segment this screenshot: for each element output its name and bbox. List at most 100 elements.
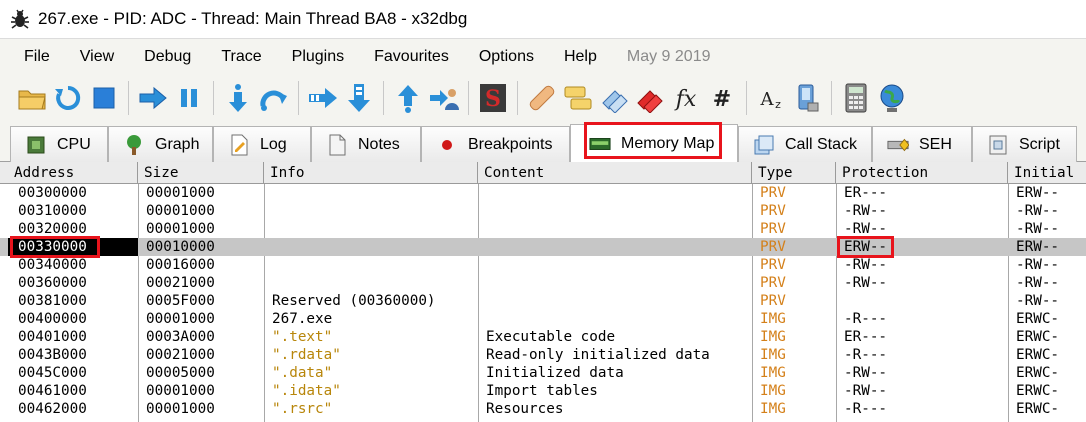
labels-icon[interactable] <box>596 80 632 116</box>
tab-call-stack[interactable]: Call Stack <box>738 126 872 162</box>
run-to-user-code-icon[interactable] <box>426 80 462 116</box>
type-cell: PRV <box>760 275 786 291</box>
svg-text:#: # <box>713 87 731 112</box>
menu-options[interactable]: Options <box>464 39 549 75</box>
pause-icon[interactable] <box>171 80 207 116</box>
strings-icon[interactable]: Az <box>753 80 789 116</box>
info-cell <box>266 238 478 256</box>
notes-icon <box>326 134 348 156</box>
variables-icon[interactable]: # <box>704 80 740 116</box>
column-header-type[interactable]: Type <box>752 162 836 184</box>
type-cell: PRV <box>760 221 786 237</box>
info-cell <box>266 202 478 220</box>
table-row[interactable]: 00310000 00001000 PRV -RW-- -RW-- <box>0 202 1086 220</box>
column-header-initial[interactable]: Initial <box>1008 162 1086 184</box>
tab-log[interactable]: Log <box>213 126 311 162</box>
address-cell: 00461000 <box>18 383 87 399</box>
address-cell: 0045C000 <box>18 365 87 381</box>
size-cell: 00021000 <box>146 275 215 291</box>
globe-icon[interactable] <box>874 80 910 116</box>
address-cell: 00310000 <box>18 203 87 219</box>
size-cell: 00001000 <box>146 383 215 399</box>
table-row[interactable]: 00461000 00001000 ".idata" Import tables IM… <box>0 382 1086 400</box>
menu-plugins[interactable]: Plugins <box>277 39 359 75</box>
svg-text:S: S <box>485 86 501 112</box>
tab-breakpoints[interactable]: Breakpoints <box>421 126 570 162</box>
content-cell <box>480 184 752 202</box>
menu-debug[interactable]: Debug <box>129 39 206 75</box>
memory-map-table[interactable]: Address Size Info Content Type Protectio… <box>0 162 1086 422</box>
address-cell: 00400000 <box>18 311 87 327</box>
call-stack-icon <box>753 134 775 156</box>
table-row[interactable]: 0045C000 00005000 ".data" Initialized data… <box>0 364 1086 382</box>
trace-over-icon[interactable] <box>341 80 377 116</box>
open-folder-icon[interactable] <box>14 80 50 116</box>
info-cell: 267.exe <box>272 311 333 327</box>
menu-view[interactable]: View <box>65 39 129 75</box>
run-icon[interactable] <box>135 80 171 116</box>
build-date: May 9 2019 <box>626 47 711 65</box>
comments-icon[interactable] <box>560 80 596 116</box>
scylla-icon[interactable]: S <box>475 80 511 116</box>
initial-cell: -RW-- <box>1016 257 1060 273</box>
tab-memory-map[interactable]: Memory Map <box>570 124 738 163</box>
table-row[interactable]: 00401000 0003A000 ".text" Executable code I… <box>0 328 1086 346</box>
tab-notes[interactable]: Notes <box>311 126 421 162</box>
patches-icon[interactable] <box>524 80 560 116</box>
tab-graph[interactable]: Graph <box>108 126 213 162</box>
table-row[interactable]: 00300000 00001000 PRV ER--- ERW-- <box>0 184 1086 202</box>
address-cell: 00340000 <box>18 257 87 273</box>
step-into-icon[interactable] <box>220 80 256 116</box>
address-cell: 00360000 <box>18 275 87 291</box>
column-header-content[interactable]: Content <box>478 162 752 184</box>
table-row[interactable]: 00320000 00001000 PRV -RW-- -RW-- <box>0 220 1086 238</box>
protection-cell: -R--- <box>844 401 888 417</box>
step-over-icon[interactable] <box>256 80 292 116</box>
table-row[interactable]: 00400000 00001000 267.exe IMG -R--- ERWC- <box>0 310 1086 328</box>
content-cell <box>480 220 752 238</box>
table-row[interactable]: 00340000 00016000 PRV -RW-- -RW-- <box>0 256 1086 274</box>
stop-icon[interactable] <box>86 80 122 116</box>
restart-icon[interactable] <box>50 80 86 116</box>
menu-file[interactable]: File <box>0 39 65 75</box>
protection-cell <box>838 292 1008 310</box>
functions-icon[interactable]: fx <box>668 80 704 116</box>
protection-cell: ERW-- <box>844 239 888 255</box>
menu-favourites[interactable]: Favourites <box>359 39 464 75</box>
protection-cell: -RW-- <box>844 257 888 273</box>
trace-into-icon[interactable] <box>305 80 341 116</box>
tab-script[interactable]: Script <box>972 126 1077 162</box>
protection-cell: ER--- <box>844 329 888 345</box>
protection-cell: -RW-- <box>844 203 888 219</box>
column-header-size[interactable]: Size <box>138 162 264 184</box>
column-header-address[interactable]: Address <box>8 162 138 184</box>
info-cell: Reserved (00360000) <box>272 293 436 309</box>
content-cell: Resources <box>486 401 564 417</box>
initial-cell: -RW-- <box>1016 221 1060 237</box>
table-row[interactable]: 00360000 00021000 PRV -RW-- -RW-- <box>0 274 1086 292</box>
menu-help[interactable]: Help <box>549 39 612 75</box>
info-cell <box>266 184 478 202</box>
device-icon[interactable] <box>789 80 825 116</box>
type-cell: IMG <box>760 365 786 381</box>
size-cell: 00016000 <box>146 257 215 273</box>
table-row[interactable]: 00330000 00010000 PRV ERW-- ERW-- <box>0 238 1086 256</box>
initial-cell: ERWC- <box>1016 311 1060 327</box>
tab-seh[interactable]: SEH <box>872 126 972 162</box>
protection-cell: -RW-- <box>844 275 888 291</box>
type-cell: PRV <box>760 293 786 309</box>
calculator-icon[interactable] <box>838 80 874 116</box>
table-row[interactable]: 00381000 0005F000 Reserved (00360000) PRV -R… <box>0 292 1086 310</box>
execute-till-return-icon[interactable] <box>390 80 426 116</box>
address-cell: 00381000 <box>18 293 87 309</box>
initial-cell: -RW-- <box>1016 203 1060 219</box>
table-row[interactable]: 00462000 00001000 ".rsrc" Resources IMG -R--… <box>0 400 1086 418</box>
table-row[interactable]: 0043B000 00021000 ".rdata" Read-only initi… <box>0 346 1086 364</box>
column-header-protection[interactable]: Protection <box>836 162 1008 184</box>
size-cell: 00001000 <box>146 311 215 327</box>
menu-trace[interactable]: Trace <box>206 39 276 75</box>
bookmarks-icon[interactable] <box>632 80 668 116</box>
type-cell: IMG <box>760 329 786 345</box>
column-header-info[interactable]: Info <box>264 162 478 184</box>
tab-cpu[interactable]: CPU <box>10 126 108 162</box>
